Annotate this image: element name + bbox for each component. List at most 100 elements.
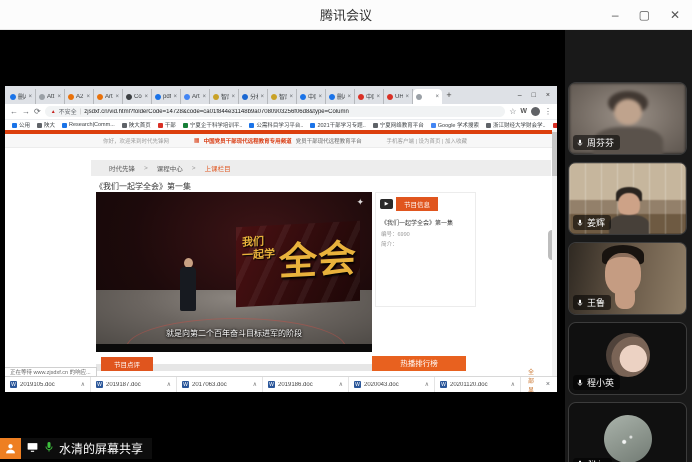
tab-close-icon[interactable]: × [144, 94, 148, 100]
download-chip[interactable]: W 2019187.doc ∧ [91, 377, 177, 392]
download-chip[interactable]: W 2017063.doc ∧ [177, 377, 263, 392]
tab-close-icon[interactable]: × [405, 94, 409, 100]
close-button[interactable]: ✕ [670, 8, 680, 22]
bookmark-label: 2021干部学习专题.. [317, 121, 365, 129]
quick-links[interactable]: 手机客户端 | 设为首页 | 加入收藏 [387, 137, 467, 145]
participant-tile[interactable]: 王鲁 [568, 242, 687, 315]
minimize-button[interactable]: – [612, 8, 619, 22]
bookmark-item[interactable]: Google 学术搜索 [431, 121, 479, 129]
tab-close-icon[interactable]: × [347, 94, 351, 100]
bookmark-item[interactable]: 2021干部学习专题.. [310, 121, 365, 129]
tab-close-icon[interactable]: × [231, 94, 235, 100]
bookmark-favicon-icon [310, 123, 315, 128]
tab-label: UH [395, 94, 403, 100]
browser-tab[interactable]: 中国 × [355, 89, 384, 104]
tab-close-icon[interactable]: × [289, 94, 293, 100]
bookmark-star-icon[interactable]: ☆ [509, 107, 516, 116]
bookmark-item[interactable]: 公需科目学习平台.. [249, 121, 303, 129]
tab-close-icon[interactable]: × [376, 94, 380, 100]
bookmark-item[interactable]: 浙江财经大学财会学.. [486, 121, 546, 129]
browser-tab[interactable]: Art × [94, 89, 123, 104]
program-info-tab[interactable]: 节目信息 [396, 197, 438, 211]
tab-close-icon[interactable]: × [86, 94, 90, 100]
participant-tile[interactable]: JiLin [568, 402, 687, 462]
bookmark-item[interactable]: 公用 [12, 121, 30, 129]
browser-minimize-button[interactable]: – [518, 92, 522, 99]
downloads-close-icon[interactable]: × [546, 381, 550, 388]
browser-tab[interactable]: 智库 × [210, 89, 239, 104]
bookmark-item[interactable]: 宁夏企干科学培训平.. [183, 121, 243, 129]
new-tab-button[interactable]: + [442, 90, 456, 100]
chevron-up-icon[interactable]: ∧ [339, 381, 343, 388]
participant-avatar [604, 415, 652, 462]
browser-tab[interactable]: 中国 × [297, 89, 326, 104]
chevron-up-icon[interactable]: ∧ [81, 381, 85, 388]
comments-tab[interactable]: 节目点评 [101, 357, 153, 371]
tab-close-icon[interactable]: × [173, 94, 177, 100]
tab-close-icon[interactable]: × [202, 94, 206, 100]
bookmark-label: 公用 [19, 121, 30, 129]
download-chip[interactable]: W 2020043.doc ∧ [349, 377, 435, 392]
browser-tab[interactable]: 智库 × [268, 89, 297, 104]
maximize-button[interactable]: ▢ [639, 8, 650, 22]
player-control-bar[interactable] [96, 344, 372, 352]
participant-tile[interactable]: 程小英 [568, 322, 687, 395]
menu-icon[interactable]: ⋮ [544, 107, 552, 116]
participant-tile[interactable]: 周芬芬 [568, 82, 687, 155]
browser-maximize-button[interactable]: □ [532, 92, 536, 99]
address-bar[interactable]: ▲ 不安全 | zjsdxf.cn/vid.html?folderCode=14… [45, 106, 506, 117]
breadcrumb-current: 上课栏目 [205, 163, 231, 173]
tab-favicon-icon [242, 94, 248, 100]
bookmark-item[interactable]: Research|Comm... [62, 122, 115, 128]
show-all-downloads-link[interactable]: 全部显示 [528, 367, 539, 393]
browser-tab[interactable]: Cor × [123, 89, 152, 104]
browser-close-button[interactable]: × [546, 92, 550, 99]
bookmarks-bar: 公用 陕大 Research|Comm... 陕大首页 [5, 120, 557, 130]
forward-icon[interactable]: → [22, 107, 30, 116]
download-chip[interactable]: W 20201120.doc ∧ [435, 377, 521, 392]
word-doc-icon: W [96, 381, 103, 388]
bookmark-item[interactable]: 干部 [158, 121, 176, 129]
tab-label: pdf [163, 94, 171, 100]
bookmark-item[interactable]: 宁夏网络教育平台 [373, 121, 424, 129]
hot-ranking-button[interactable]: 热播排行榜 [372, 356, 466, 371]
bookmark-item[interactable]: HCXXGY|CMS [553, 122, 557, 128]
scrollbar-thumb[interactable] [552, 132, 557, 176]
chevron-up-icon[interactable]: ∧ [511, 381, 515, 388]
download-chip[interactable]: W 2019186.doc ∧ [263, 377, 349, 392]
browser-tab[interactable]: Att × [36, 89, 65, 104]
tab-favicon-icon [97, 94, 103, 100]
bookmark-item[interactable]: 陕大首页 [122, 121, 151, 129]
back-icon[interactable]: ← [10, 107, 18, 116]
bookmark-item[interactable]: 陕大 [37, 121, 55, 129]
chevron-up-icon[interactable]: ∧ [253, 381, 257, 388]
tab-close-icon[interactable]: × [115, 94, 119, 100]
browser-tabs: 删A × Att × A2 × [7, 89, 442, 104]
tab-close-icon[interactable]: × [28, 94, 32, 100]
browser-tab[interactable]: pdf × [152, 89, 181, 104]
download-chip[interactable]: W 2019105.doc ∧ [5, 377, 91, 392]
browser-tab[interactable]: × [413, 89, 442, 104]
browser-tab[interactable]: 分析 × [239, 89, 268, 104]
chevron-up-icon[interactable]: ∧ [167, 381, 171, 388]
breadcrumb-root[interactable]: 时代先锋 [109, 163, 135, 173]
tab-close-icon[interactable]: × [57, 94, 61, 100]
browser-tab[interactable]: 删A × [7, 89, 36, 104]
profile-avatar-icon[interactable] [531, 107, 540, 116]
reload-icon[interactable]: ⟳ [34, 107, 41, 116]
tab-close-icon[interactable]: × [435, 94, 439, 100]
extension-icon[interactable]: W [520, 108, 527, 115]
browser-tab[interactable]: A2 × [65, 89, 94, 104]
browser-tab[interactable]: 删A × [326, 89, 355, 104]
browser-tab[interactable]: UH × [384, 89, 413, 104]
page-scrollbar[interactable] [552, 130, 557, 376]
tab-close-icon[interactable]: × [318, 94, 322, 100]
participant-tile[interactable]: 姜辉 [568, 162, 687, 235]
breadcrumb-mid[interactable]: 课程中心 [157, 163, 183, 173]
browser-tab[interactable]: Art × [181, 89, 210, 104]
video-player[interactable]: 我们 一起学 全会 ✦ 就是向第二个百年奋斗目标进军的阶段 [96, 192, 372, 352]
chevron-up-icon[interactable]: ∧ [425, 381, 429, 388]
screen-share-indicator[interactable]: 水清的屏幕共享 [0, 438, 152, 459]
tab-close-icon[interactable]: × [260, 94, 264, 100]
address-divider: | [80, 109, 82, 115]
